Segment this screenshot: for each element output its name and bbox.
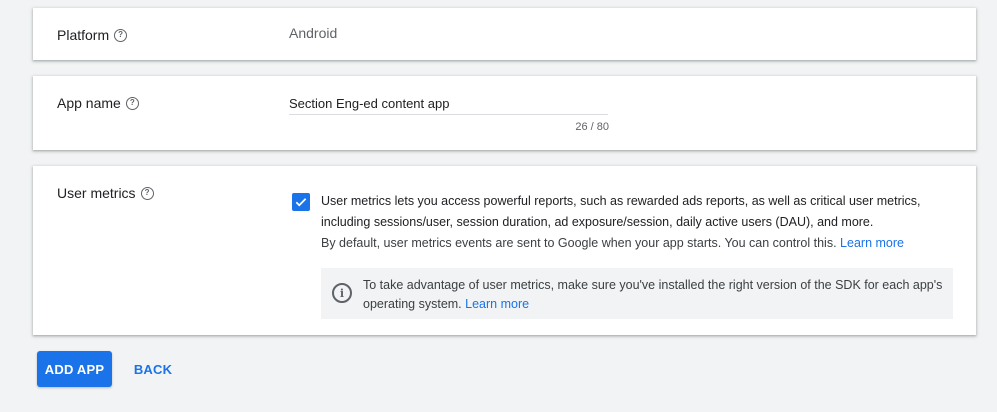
user-metrics-label: User metrics bbox=[57, 185, 136, 201]
app-name-label: App name bbox=[57, 95, 121, 111]
platform-card: Platform ? Android bbox=[33, 8, 976, 60]
user-metrics-default-note: By default, user metrics events are sent… bbox=[321, 236, 961, 250]
help-icon[interactable]: ? bbox=[114, 28, 128, 42]
app-name-input[interactable] bbox=[289, 92, 608, 115]
info-message: To take advantage of user metrics, make … bbox=[363, 278, 943, 311]
help-icon[interactable]: ? bbox=[140, 186, 154, 200]
checkmark-icon bbox=[295, 198, 307, 207]
info-icon: i bbox=[332, 283, 352, 303]
user-metrics-label-row: User metrics ? bbox=[57, 185, 154, 201]
character-counter: 26 / 80 bbox=[575, 121, 609, 133]
default-note-text: By default, user metrics events are sent… bbox=[321, 236, 837, 250]
user-metrics-card: User metrics ? User metrics lets you acc… bbox=[33, 166, 976, 335]
user-metrics-description: User metrics lets you access powerful re… bbox=[321, 194, 921, 229]
help-icon[interactable]: ? bbox=[125, 96, 139, 110]
platform-label: Platform bbox=[57, 27, 110, 43]
sdk-info-text: To take advantage of user metrics, make … bbox=[363, 276, 948, 313]
learn-more-link[interactable]: Learn more bbox=[465, 297, 529, 311]
learn-more-link[interactable]: Learn more bbox=[840, 236, 904, 250]
app-name-label-row: App name ? bbox=[57, 95, 139, 111]
app-name-card: App name ? 26 / 80 bbox=[33, 76, 976, 150]
back-button[interactable]: BACK bbox=[124, 351, 182, 387]
user-metrics-checkbox[interactable] bbox=[292, 193, 310, 211]
platform-label-row: Platform ? bbox=[57, 27, 128, 43]
add-app-button[interactable]: ADD APP bbox=[37, 351, 112, 387]
platform-value: Android bbox=[289, 25, 338, 41]
sdk-info-box: i To take advantage of user metrics, mak… bbox=[321, 268, 953, 319]
